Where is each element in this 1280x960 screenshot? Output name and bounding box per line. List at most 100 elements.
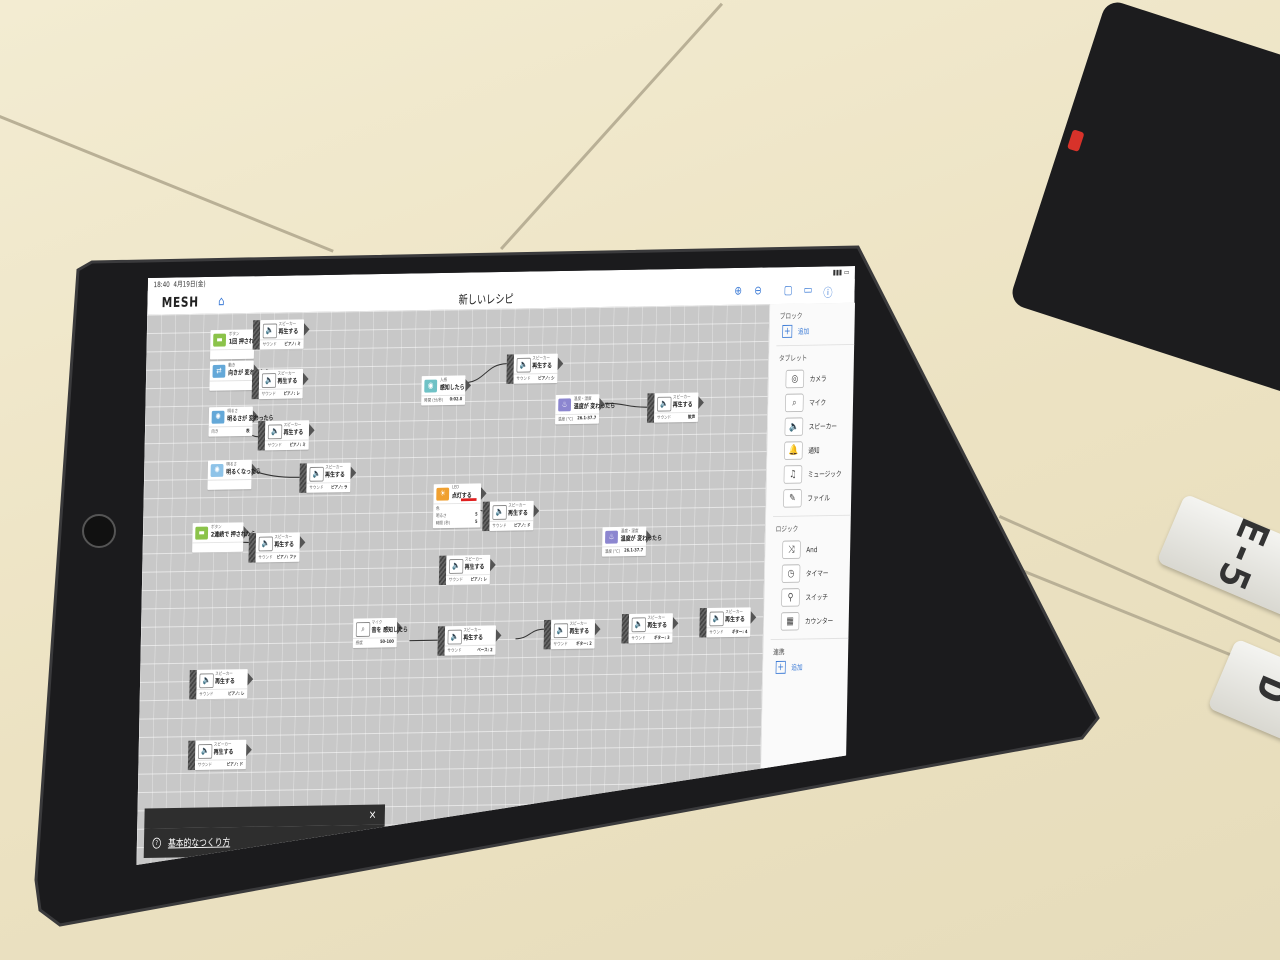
- recipe-block-b18[interactable]: 🔈 スピーカー 再生する サウンド ピアノ: レ: [438, 554, 496, 586]
- block-param-value: 26.1-37.7: [577, 415, 597, 422]
- block-output-arrow[interactable]: [594, 622, 601, 636]
- window-icon[interactable]: ▢: [784, 284, 793, 298]
- logic-tool-list: ⤨ And ◷ タイマー ⚲ スイッチ ▦ カウンター: [764, 537, 851, 634]
- plus-icon: +: [775, 660, 786, 674]
- block-card: ☀ LED 点灯する色明るさ 5 時間 (秒) 5: [432, 483, 482, 529]
- block-output-arrow[interactable]: [698, 396, 705, 410]
- recipe-block-b11[interactable]: ◉ 人感 感知したら 時間 (分/秒) 0:02.0: [421, 375, 472, 406]
- recipe-block-b5[interactable]: ✺ 明るさ 明るさが 変わったら 向き表: [208, 406, 274, 437]
- recipe-block-b14[interactable]: 🔈 スピーカー 再生する サウンド 歓声: [646, 392, 705, 423]
- recipe-block-b10[interactable]: 🔈 スピーカー 再生する サウンド ピアノ: ファ: [248, 532, 306, 563]
- block-output-arrow[interactable]: [465, 378, 472, 392]
- speaker-icon: 🔈: [309, 466, 324, 482]
- block-output-arrow[interactable]: [480, 486, 487, 500]
- block-output-arrow[interactable]: [672, 616, 679, 630]
- logic-counter[interactable]: ▦ カウンター: [780, 608, 849, 633]
- recipe-block-b26[interactable]: 🔈 スピーカー 再生する サウンド ピアノ: ド: [187, 739, 252, 771]
- zoom-in-icon[interactable]: ⊕: [734, 284, 742, 298]
- block-output-arrow[interactable]: [533, 504, 540, 518]
- block-param-value: 5: [475, 511, 478, 518]
- block-action: 再生する: [725, 615, 745, 624]
- zoom-out-icon[interactable]: ⊖: [754, 284, 762, 298]
- block-param-value: ピアノ: ド: [226, 761, 244, 768]
- recipe-block-b22[interactable]: 🔈 スピーカー 再生する サウンド ギター: 3: [621, 613, 679, 644]
- block-output-arrow[interactable]: [350, 466, 357, 480]
- tool-microphone[interactable]: ⌕ マイク: [784, 390, 853, 415]
- block-param-label: 感度: [355, 640, 363, 647]
- logic-and[interactable]: ⤨ And: [782, 537, 850, 562]
- recipe-block-b4[interactable]: 🔈 スピーカー 再生する サウンド ピアノ: レ: [251, 368, 309, 400]
- tag-icon: ✺: [210, 463, 224, 477]
- tool-label: スピーカー: [808, 421, 838, 431]
- home-icon[interactable]: ⌂: [218, 294, 225, 309]
- recipe-block-b21[interactable]: 🔈 スピーカー 再生する サウンド ギター: 2: [543, 619, 601, 650]
- recipe-block-b25[interactable]: 🔈 スピーカー 再生する サウンド ピアノ: レ: [189, 669, 254, 700]
- recipe-block-b7[interactable]: ✺ 明るさ 明るくなったら: [207, 459, 261, 490]
- block-param-value: ギター: 4: [731, 629, 748, 636]
- tip-link[interactable]: 基本的なつくり方: [168, 835, 231, 851]
- folder-icon[interactable]: ▭: [804, 283, 813, 297]
- block-param-value: ギター: 3: [653, 635, 670, 642]
- status-time: 18:40 4月19日(金): [153, 279, 206, 289]
- recipe-block-b12[interactable]: 🔈 スピーカー 再生する サウンド ピアノ: シ: [506, 353, 564, 384]
- block-card: 🔈 スピーカー 再生する サウンド ピアノ: レ: [445, 554, 491, 585]
- recipe-block-b17[interactable]: ♨ 温度・湿度 温度が 変わったら 温度 (°C) 26.1-37.7: [601, 526, 662, 557]
- block-output-arrow[interactable]: [302, 372, 309, 386]
- block-param-value: ピアノ: ミ: [289, 442, 306, 449]
- block-param-value: 0:02.0: [449, 396, 463, 403]
- recipe-block-b2[interactable]: 🔈 スピーカー 再生する サウンド ピアノ: ミ: [252, 319, 310, 350]
- recipe-block-b15[interactable]: ☀ LED 点灯する色明るさ 5 時間 (秒) 5: [432, 483, 487, 529]
- block-card: 🔈 スピーカー 再生する サウンド ベース: 2: [444, 625, 496, 656]
- block-card: 🔈 スピーカー 再生する サウンド ピアノ: ミ: [259, 319, 305, 350]
- block-param-label: 温度 (°C): [604, 548, 621, 555]
- block-divider: [209, 379, 254, 382]
- block-output-arrow[interactable]: [495, 628, 502, 642]
- block-action: 再生する: [672, 400, 693, 409]
- tool-bell[interactable]: 🔔 通知: [784, 438, 852, 463]
- block-card: 🔈 スピーカー 再生する サウンド ギター: 2: [550, 619, 596, 650]
- block-output-arrow[interactable]: [247, 672, 254, 686]
- recipe-block-b9[interactable]: ▬ ボタン 2連続で 押されたら: [192, 522, 256, 553]
- block-card: 🔈 スピーカー 再生する サウンド ギター: 3: [628, 613, 673, 644]
- recipe-block-b20[interactable]: 🔈 スピーカー 再生する サウンド ベース: 2: [437, 625, 502, 656]
- block-card: ✺ 明るさ 明るさが 変わったら 向き表: [208, 406, 274, 437]
- tag-icon: ⇄: [212, 364, 226, 378]
- recipe-block-b19[interactable]: ⌕ マイク 音を 感知したら 感度 50-100: [352, 617, 408, 649]
- add-block-button[interactable]: + 追加: [782, 324, 854, 338]
- tablet-tool-list: ◎ カメラ ⌕ マイク 🔈 スピーカー 🔔 通知 ♫ ミュージック ✎ ファイル: [766, 366, 854, 511]
- recipe-block-b8[interactable]: 🔈 スピーカー 再生する サウンド ピアノ: ラ: [299, 462, 357, 493]
- block-output-arrow[interactable]: [303, 322, 310, 336]
- tag-icon: ▬: [213, 333, 227, 347]
- speaker-icon: 🔈: [492, 505, 507, 520]
- logic-timer[interactable]: ◷ タイマー: [781, 561, 850, 586]
- recipe-block-b23[interactable]: 🔈 スピーカー 再生する サウンド ギター: 4: [699, 607, 757, 638]
- tool-label: スイッチ: [805, 592, 829, 602]
- block-output-arrow[interactable]: [557, 357, 564, 371]
- block-output-arrow[interactable]: [308, 423, 315, 437]
- block-card: 🔈 スピーカー 再生する サウンド ピアノ: ド: [489, 500, 534, 531]
- recipe-block-b16[interactable]: 🔈 スピーカー 再生する サウンド ピアノ: ド: [482, 500, 540, 532]
- speaker-icon: 🔈: [267, 424, 283, 440]
- tool-music[interactable]: ♫ ミュージック: [783, 462, 852, 487]
- home-button[interactable]: [82, 514, 116, 548]
- app-logo: MESH: [161, 293, 199, 311]
- block-param-label: サウンド: [267, 442, 282, 449]
- help-icon[interactable]: ⓘ: [823, 283, 833, 301]
- tool-camera[interactable]: ◎ カメラ: [785, 366, 853, 391]
- camera-icon: ◎: [785, 369, 805, 389]
- block-output-arrow[interactable]: [489, 558, 496, 572]
- block-output-arrow[interactable]: [299, 535, 306, 549]
- block-action: 再生する: [213, 748, 234, 756]
- tool-speaker[interactable]: 🔈 スピーカー: [784, 414, 852, 439]
- block-output-arrow[interactable]: [750, 610, 757, 624]
- tool-file[interactable]: ✎ ファイル: [783, 485, 851, 510]
- block-output-arrow[interactable]: [246, 743, 252, 757]
- close-button[interactable]: ×: [369, 808, 377, 822]
- add-integration-button[interactable]: + 追加: [775, 660, 848, 674]
- logic-switch[interactable]: ⚲ スイッチ: [781, 585, 849, 610]
- block-param-label: サウンド: [631, 635, 646, 642]
- block-param-value: ピアノ: シ: [538, 375, 555, 382]
- recipe-block-b13[interactable]: ♨ 温度・湿度 温度が 変わったら 温度 (°C) 26.1-37.7: [555, 394, 615, 425]
- recipe-block-b6[interactable]: 🔈 スピーカー 再生する サウンド ピアノ: ミ: [257, 420, 315, 451]
- page-title: 新しいレシピ: [458, 292, 514, 308]
